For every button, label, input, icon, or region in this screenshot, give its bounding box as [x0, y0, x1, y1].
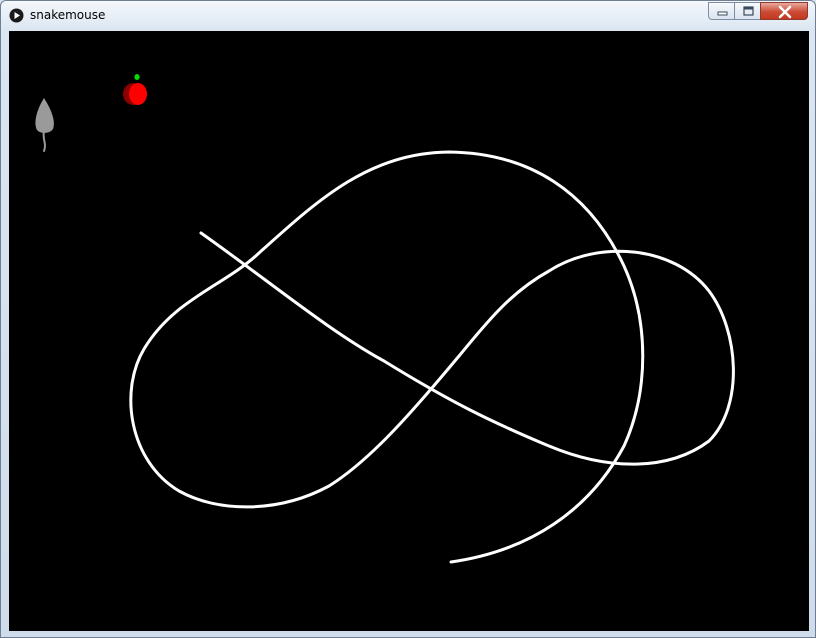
- maximize-button[interactable]: [734, 2, 761, 20]
- title-bar[interactable]: snakemouse: [1, 1, 815, 31]
- window-title: snakemouse: [30, 8, 106, 22]
- close-icon: [778, 5, 792, 19]
- apple-food: [123, 74, 147, 105]
- minimize-button[interactable]: [708, 2, 735, 20]
- minimize-icon: [717, 11, 728, 16]
- maximize-icon: [743, 6, 754, 16]
- mouse-sprite: [35, 98, 54, 152]
- close-button[interactable]: [760, 2, 808, 20]
- play-circle-icon: [9, 8, 24, 23]
- game-canvas[interactable]: [9, 31, 809, 631]
- app-window: snakemouse: [0, 0, 816, 638]
- snake-body: [129, 150, 735, 564]
